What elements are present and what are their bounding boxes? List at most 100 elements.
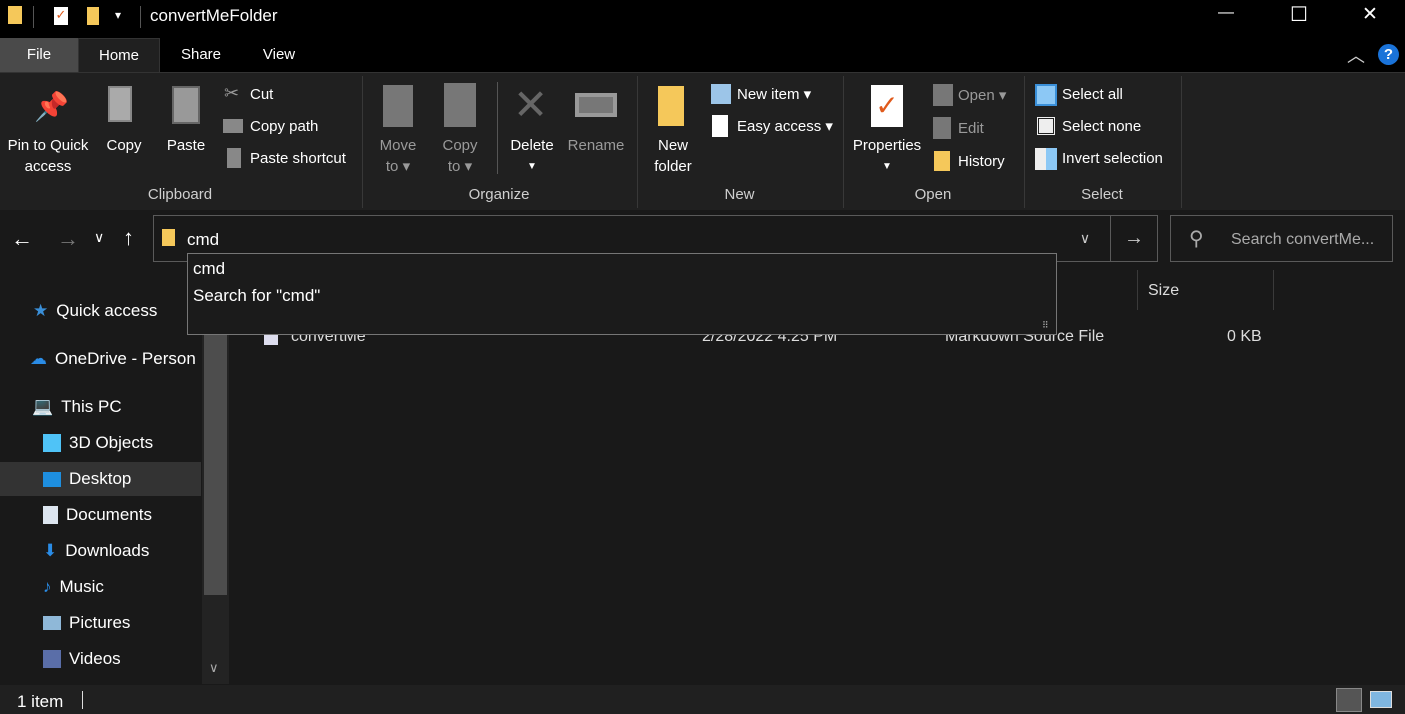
title-bar: ✓ ▾ convertMeFolder — ☐ ✕ <box>0 0 1405 38</box>
pictures-icon <box>43 616 61 630</box>
easy-access-icon <box>712 115 728 137</box>
sidebar-item-onedrive[interactable]: ☁ OneDrive - Person <box>30 349 202 369</box>
maximize-button[interactable]: ☐ <box>1290 2 1308 27</box>
cloud-icon: ☁ <box>30 349 47 368</box>
collapse-ribbon-icon[interactable]: ︿ <box>1347 42 1365 68</box>
select-none-icon <box>1036 116 1056 136</box>
search-icon: ⚲ <box>1189 228 1204 250</box>
sidebar-item-pictures[interactable]: Pictures <box>43 613 130 633</box>
move-to-button[interactable]: Move to ▾ <box>372 135 424 177</box>
tab-home[interactable]: Home <box>78 38 160 72</box>
music-icon: ♪ <box>43 577 52 596</box>
edit-icon <box>933 117 951 139</box>
delete-button[interactable]: Delete ▼ <box>505 135 559 177</box>
videos-icon <box>43 650 61 668</box>
address-input[interactable]: cmd <box>187 230 219 250</box>
new-folder-icon <box>658 86 684 126</box>
folder-icon <box>162 229 175 246</box>
copy-icon <box>108 86 132 122</box>
sidebar-item-videos[interactable]: Videos <box>43 649 121 669</box>
desktop-icon <box>43 471 61 487</box>
history-button[interactable]: History <box>958 151 1005 172</box>
sidebar-item-3d-objects[interactable]: 3D Objects <box>43 433 153 453</box>
select-none-button[interactable]: Select none <box>1062 116 1141 137</box>
help-icon[interactable]: ? <box>1378 44 1399 65</box>
easy-access-button[interactable]: Easy access ▾ <box>737 116 833 137</box>
open-icon <box>933 84 953 106</box>
folder-icon <box>8 6 22 24</box>
address-dropdown-button[interactable]: ∨ <box>1062 216 1108 261</box>
autocomplete-item[interactable]: cmd <box>193 259 225 279</box>
properties-icon: ✓ <box>871 85 903 127</box>
back-button[interactable]: ← <box>11 226 33 252</box>
up-button[interactable]: ↑ <box>123 225 134 251</box>
status-bar: 1 item <box>0 685 1405 714</box>
sidebar-item-documents[interactable]: Documents <box>43 505 152 525</box>
details-view-button[interactable] <box>1336 688 1362 712</box>
sidebar-item-downloads[interactable]: ⬇ Downloads <box>43 541 149 561</box>
tab-file[interactable]: File <box>0 38 78 72</box>
autocomplete-dropdown: cmd Search for "cmd" ⠿ <box>187 253 1057 335</box>
group-label-clipboard: Clipboard <box>147 186 213 203</box>
group-label-open: Open <box>914 186 952 203</box>
invert-selection-icon <box>1035 148 1057 170</box>
download-icon: ⬇ <box>43 541 58 560</box>
go-button[interactable]: → <box>1110 216 1157 261</box>
properties-button[interactable]: Properties ▼ <box>848 135 926 177</box>
cut-button[interactable]: Cut <box>250 84 273 105</box>
file-size: 0 KB <box>1227 328 1262 345</box>
tab-view[interactable]: View <box>243 38 315 72</box>
copy-button[interactable]: Copy <box>100 135 148 156</box>
properties-qat-icon[interactable]: ✓ <box>54 7 68 25</box>
customize-qat-icon[interactable]: ▾ <box>115 8 121 22</box>
paste-button[interactable]: Paste <box>162 135 210 156</box>
cut-icon: ✂ <box>224 83 240 103</box>
pin-icon: 📌 <box>34 91 69 122</box>
column-header-size[interactable]: Size <box>1148 282 1179 300</box>
close-button[interactable]: ✕ <box>1362 3 1378 26</box>
recent-locations-button[interactable]: ∨ <box>94 229 104 246</box>
new-item-button[interactable]: New item ▾ <box>737 84 811 105</box>
pin-to-quick-access-button[interactable]: Pin to Quick access <box>4 135 92 177</box>
window-title: convertMeFolder <box>150 6 278 25</box>
cube-icon <box>43 434 61 452</box>
forward-button[interactable]: → <box>57 226 79 252</box>
search-input[interactable]: Search convertMe... <box>1231 231 1374 249</box>
move-to-icon <box>383 85 413 127</box>
paste-icon <box>172 86 200 124</box>
new-folder-button[interactable]: New folder <box>645 135 701 177</box>
computer-icon: 💻 <box>32 397 54 416</box>
copy-path-button[interactable]: Copy path <box>250 116 318 137</box>
open-button[interactable]: Open ▾ <box>958 85 1006 106</box>
new-item-icon <box>711 84 731 104</box>
sidebar-item-music[interactable]: ♪ Music <box>43 577 104 597</box>
copy-to-icon <box>444 83 476 127</box>
search-box[interactable]: ⚲ Search convertMe... <box>1170 215 1393 262</box>
documents-icon <box>43 506 58 524</box>
paste-shortcut-button[interactable]: Paste shortcut <box>250 148 346 169</box>
group-label-new: New <box>724 186 755 203</box>
copy-path-icon <box>223 119 243 133</box>
group-label-select: Select <box>1081 186 1123 203</box>
minimize-button[interactable]: — <box>1218 4 1234 22</box>
resize-grip-icon[interactable]: ⠿ <box>1042 320 1049 331</box>
large-icons-view-button[interactable] <box>1370 691 1392 708</box>
copy-to-button[interactable]: Copy to ▾ <box>434 135 486 177</box>
autocomplete-item[interactable]: Search for "cmd" <box>193 286 320 306</box>
delete-icon: ✕ <box>513 81 549 128</box>
sidebar-item-desktop[interactable]: Desktop <box>43 469 131 489</box>
sidebar-item-quick-access[interactable]: ★ Quick access <box>33 301 157 321</box>
invert-selection-button[interactable]: Invert selection <box>1062 148 1163 169</box>
item-count: 1 item <box>17 692 64 711</box>
sidebar-item-this-pc[interactable]: 💻 This PC <box>32 397 122 417</box>
rename-button[interactable]: Rename <box>566 135 626 156</box>
history-icon <box>934 151 950 171</box>
scroll-down-icon[interactable]: ∨ <box>209 660 219 676</box>
new-folder-qat-icon[interactable] <box>87 7 99 25</box>
select-all-button[interactable]: Select all <box>1062 84 1123 105</box>
edit-button[interactable]: Edit <box>958 118 984 139</box>
rename-icon <box>575 93 617 117</box>
tab-share[interactable]: Share <box>165 38 237 72</box>
star-icon: ★ <box>33 301 49 320</box>
group-label-organize: Organize <box>468 186 530 203</box>
